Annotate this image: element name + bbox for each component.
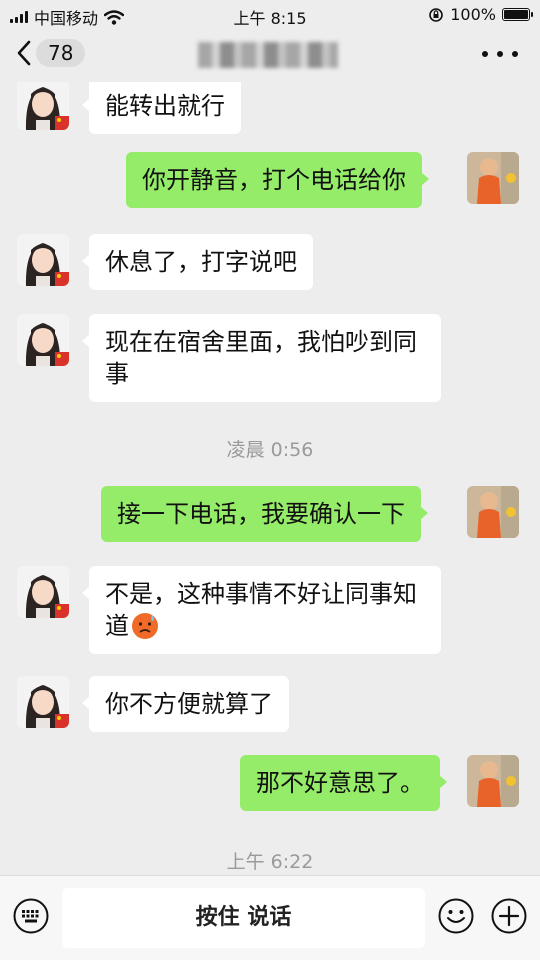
incoming-message[interactable]: 不是，这种事情不好让同事知道 bbox=[82, 566, 441, 654]
keyboard-icon[interactable] bbox=[13, 898, 49, 934]
add-icon[interactable] bbox=[491, 898, 527, 934]
my-avatar[interactable] bbox=[467, 486, 519, 538]
dot-icon bbox=[497, 51, 503, 57]
message-timestamp: 凌晨 0:56 bbox=[226, 439, 314, 461]
incoming-message[interactable]: 能转出就行 bbox=[82, 82, 241, 134]
status-left: 中国移动 bbox=[10, 5, 125, 29]
my-avatar[interactable] bbox=[467, 755, 519, 807]
incoming-message[interactable]: 休息了，打字说吧 bbox=[82, 234, 313, 290]
dot-icon bbox=[482, 51, 488, 57]
input-bar: 按住 说话 bbox=[0, 875, 540, 960]
dot-icon bbox=[512, 51, 518, 57]
status-bar: 中国移动 上午 8:15 100% bbox=[0, 0, 540, 30]
more-options-button[interactable] bbox=[482, 42, 518, 66]
contact-avatar[interactable] bbox=[17, 566, 69, 618]
incoming-message[interactable]: 你不方便就算了 bbox=[82, 676, 289, 732]
unread-count-badge: 78 bbox=[36, 39, 86, 67]
message-text: 休息了，打字说吧 bbox=[105, 248, 297, 276]
contact-avatar[interactable] bbox=[17, 314, 69, 366]
orientation-lock-icon bbox=[429, 7, 444, 22]
incoming-message[interactable]: 现在在宿舍里面，我怕吵到同事 bbox=[82, 314, 441, 402]
message-text: 你不方便就算了 bbox=[105, 690, 273, 718]
carrier-label: 中国移动 bbox=[34, 9, 99, 28]
anxious-sweat-face-icon bbox=[132, 613, 158, 639]
outgoing-message[interactable]: 那不好意思了。 bbox=[240, 755, 447, 811]
contact-avatar[interactable] bbox=[17, 234, 69, 286]
message-timestamp: 上午 6:22 bbox=[226, 851, 314, 873]
wifi-icon bbox=[104, 9, 125, 25]
my-avatar[interactable] bbox=[467, 152, 519, 204]
message-text: 接一下电话，我要确认一下 bbox=[117, 500, 405, 528]
contact-avatar[interactable] bbox=[17, 676, 69, 728]
contact-avatar[interactable] bbox=[17, 82, 69, 130]
battery-percent: 100% bbox=[450, 5, 496, 24]
message-text: 能转出就行 bbox=[105, 92, 225, 120]
message-text: 那不好意思了。 bbox=[256, 769, 424, 797]
outgoing-message[interactable]: 接一下电话，我要确认一下 bbox=[101, 486, 428, 542]
chat-header: 78 · bbox=[0, 30, 540, 82]
message-text: 现在在宿舍里面，我怕吵到同事 bbox=[105, 328, 417, 388]
message-text: 你开静音，打个电话给你 bbox=[142, 166, 406, 194]
outgoing-message[interactable]: 你开静音，打个电话给你 bbox=[126, 152, 429, 208]
chat-area[interactable]: 能转出就行 你开静音，打个电话给你 休息了，打字说吧 现在在宿舍里面，我怕吵到同… bbox=[0, 82, 540, 875]
status-right: 100% bbox=[428, 5, 533, 24]
signal-icon bbox=[10, 11, 28, 23]
battery-icon bbox=[502, 8, 533, 21]
contact-name: · bbox=[198, 42, 338, 68]
emoji-icon[interactable] bbox=[438, 898, 474, 934]
hold-to-talk-button[interactable]: 按住 说话 bbox=[62, 888, 425, 948]
back-button[interactable]: 78 bbox=[16, 39, 86, 67]
chevron-left-icon bbox=[17, 40, 31, 66]
